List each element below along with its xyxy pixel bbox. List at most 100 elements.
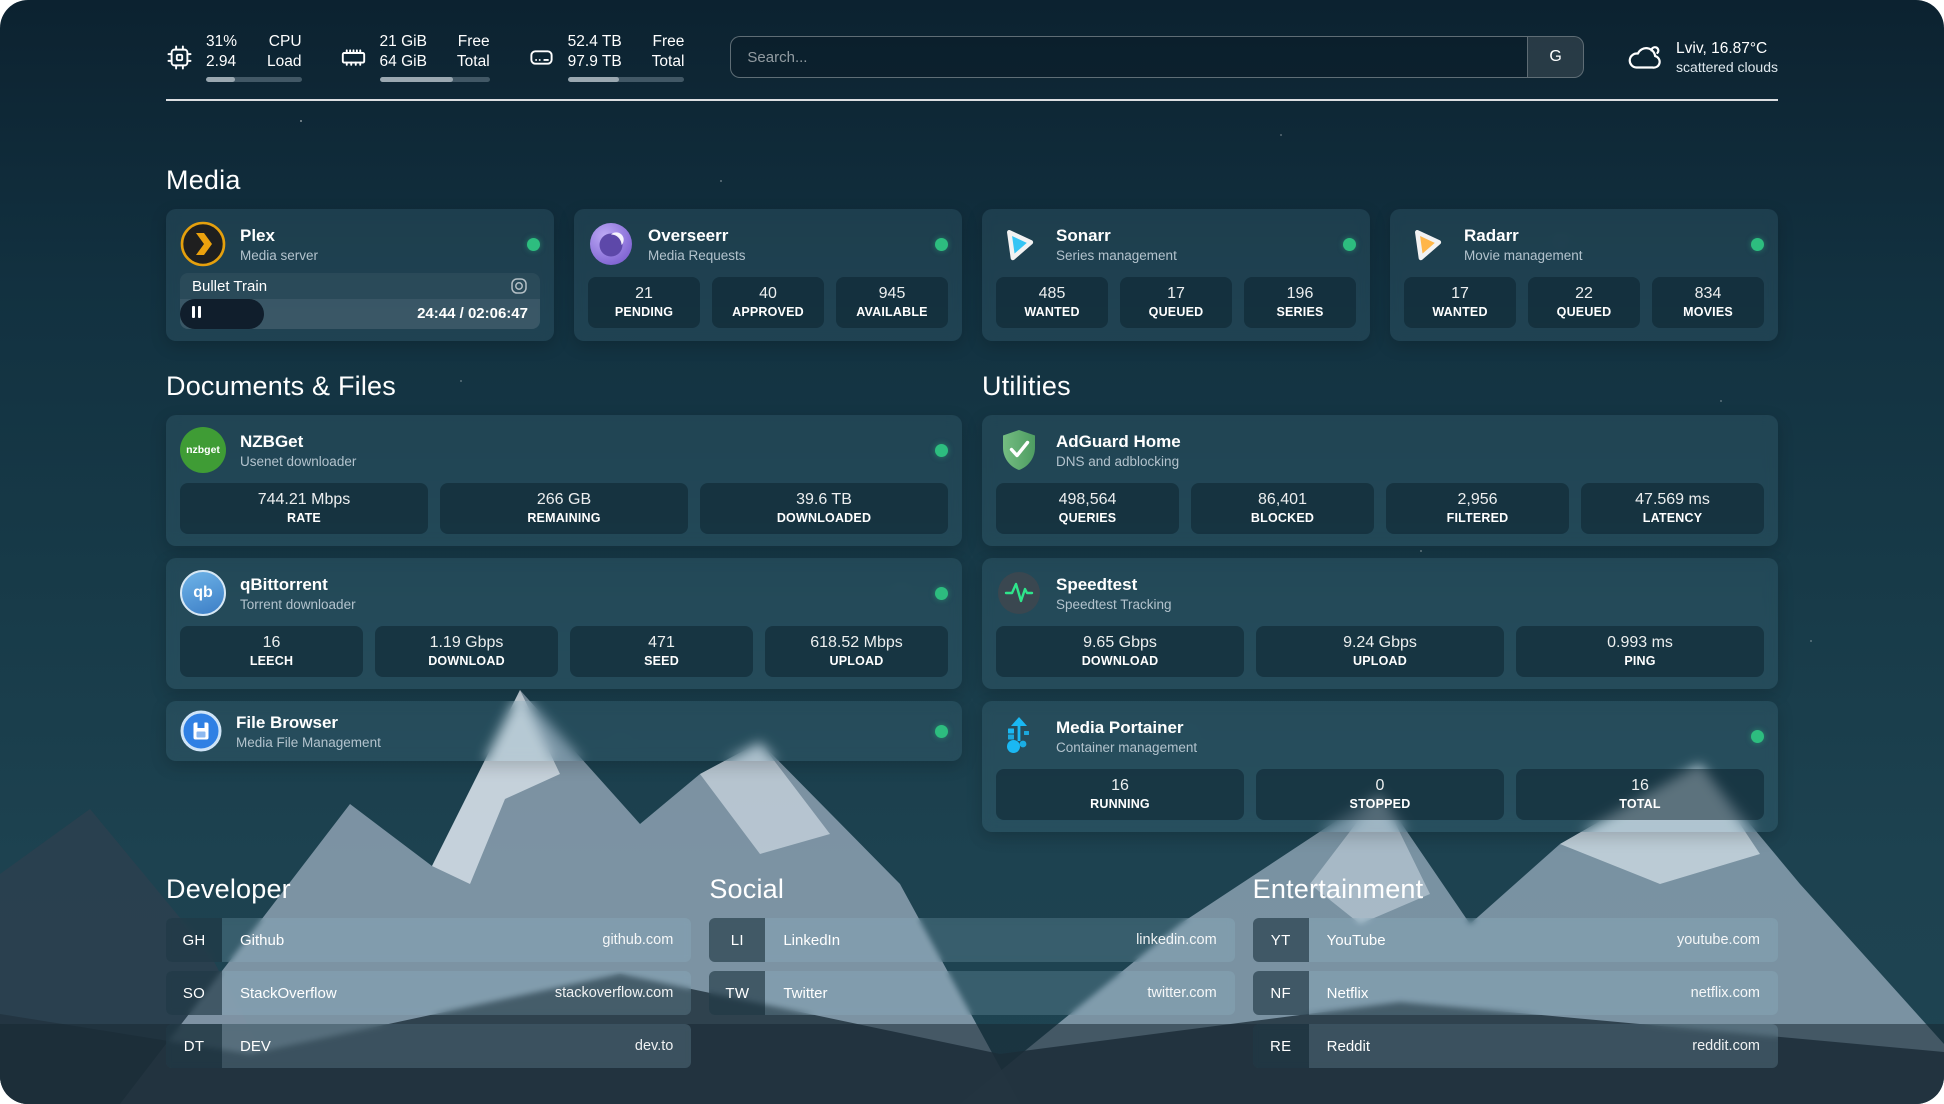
service-card-radarr[interactable]: Radarr Movie management 17WANTED 22QUEUE… <box>1390 209 1778 341</box>
bookmark-url: twitter.com <box>1147 985 1216 1001</box>
disk-progress-bar <box>568 77 685 82</box>
search-bar: G <box>730 36 1584 78</box>
bookmark-abbr: LI <box>709 918 765 962</box>
bookmark-dev[interactable]: DT DEV dev.to <box>166 1024 691 1068</box>
app-desc: Torrent downloader <box>240 597 356 612</box>
documents-section-title: Documents & Files <box>166 371 962 402</box>
section-social: Social LI LinkedIn linkedin.com TW Twitt… <box>709 874 1234 1024</box>
pause-icon <box>192 305 204 323</box>
bookmark-netflix[interactable]: NF Netflix netflix.com <box>1253 971 1778 1015</box>
disk-widget: 52.4 TB Free 97.9 TB Total <box>528 32 685 82</box>
adguard-icon <box>996 427 1042 473</box>
search-input[interactable] <box>731 37 1527 77</box>
dashboard-window: 31% CPU 2.94 Load 21 GiB <box>0 0 1944 1104</box>
social-section-title: Social <box>709 874 1234 905</box>
cpu-progress-bar <box>206 77 302 82</box>
service-card-portainer[interactable]: Media Portainer Container management 16R… <box>982 701 1778 832</box>
service-card-adguard[interactable]: AdGuard Home DNS and adblocking 498,564Q… <box>982 415 1778 546</box>
status-dot <box>935 444 948 457</box>
service-card-plex[interactable]: Plex Media server Bullet Train <box>166 209 554 341</box>
header-divider <box>166 99 1778 101</box>
app-name: Radarr <box>1464 226 1583 246</box>
app-desc: Media File Management <box>236 735 381 750</box>
stat-filtered: 2,956FILTERED <box>1386 483 1569 534</box>
app-desc: Speedtest Tracking <box>1056 597 1172 612</box>
bookmark-url: reddit.com <box>1692 1038 1760 1054</box>
cpu-load-value: 2.94 <box>206 52 237 72</box>
cpu-icon <box>166 44 193 71</box>
app-desc: Usenet downloader <box>240 454 356 469</box>
app-name: Media Portainer <box>1056 718 1197 738</box>
memory-icon <box>340 44 367 71</box>
bookmark-github[interactable]: GH Github github.com <box>166 918 691 962</box>
app-desc: Container management <box>1056 740 1197 755</box>
bookmark-name: LinkedIn <box>783 932 840 949</box>
weather-widget: Lviv, 16.87°C scattered clouds <box>1624 40 1778 75</box>
bookmark-name: DEV <box>240 1038 271 1055</box>
stat-upload: 9.24 GbpsUPLOAD <box>1256 626 1504 677</box>
entertainment-section-title: Entertainment <box>1253 874 1778 905</box>
stat-rate: 744.21 MbpsRATE <box>180 483 428 534</box>
service-card-filebrowser[interactable]: File Browser Media File Management <box>166 701 962 761</box>
section-entertainment: Entertainment YT YouTube youtube.com NF … <box>1253 874 1778 1077</box>
service-card-qbittorrent[interactable]: qb qBittorrent Torrent downloader 16LEEC… <box>166 558 962 689</box>
disk-free-value: 52.4 TB <box>568 32 622 52</box>
weather-location-temp: Lviv, 16.87°C <box>1676 40 1778 58</box>
bookmark-stackoverflow[interactable]: SO StackOverflow stackoverflow.com <box>166 971 691 1015</box>
bookmark-reddit[interactable]: RE Reddit reddit.com <box>1253 1024 1778 1068</box>
memory-free-value: 21 GiB <box>380 32 427 52</box>
bookmark-abbr: DT <box>166 1024 222 1068</box>
bookmark-twitter[interactable]: TW Twitter twitter.com <box>709 971 1234 1015</box>
search-engine-button[interactable]: G <box>1527 37 1583 77</box>
stat-queries: 498,564QUERIES <box>996 483 1179 534</box>
stat-wanted: 17WANTED <box>1404 277 1516 328</box>
cpu-usage-value: 31% <box>206 32 237 52</box>
portainer-icon <box>996 713 1042 759</box>
stat-series: 196SERIES <box>1244 277 1356 328</box>
section-documents: Documents & Files nzbget NZBGet Usenet d… <box>166 371 962 832</box>
app-desc: Media Requests <box>648 248 746 263</box>
bookmark-linkedin[interactable]: LI LinkedIn linkedin.com <box>709 918 1234 962</box>
app-name: NZBGet <box>240 432 356 452</box>
stat-running: 16RUNNING <box>996 769 1244 820</box>
disk-total-label: Total <box>652 52 685 72</box>
stat-downloaded: 39.6 TBDOWNLOADED <box>700 483 948 534</box>
section-utilities: Utilities AdGuard Home <box>982 371 1778 832</box>
playback-progress-bar[interactable]: 24:44 / 02:06:47 <box>180 299 540 329</box>
bookmark-name: YouTube <box>1327 932 1386 949</box>
bookmark-url: stackoverflow.com <box>555 985 673 1001</box>
section-media: Media Plex Media server <box>166 165 1778 341</box>
section-developer: Developer GH Github github.com SO StackO… <box>166 874 691 1077</box>
app-name: File Browser <box>236 713 381 733</box>
service-card-sonarr[interactable]: Sonarr Series management 485WANTED 17QUE… <box>982 209 1370 341</box>
bookmark-abbr: NF <box>1253 971 1309 1015</box>
service-card-overseerr[interactable]: Overseerr Media Requests 21PENDING 40APP… <box>574 209 962 341</box>
status-dot <box>935 725 948 738</box>
top-bar: 31% CPU 2.94 Load 21 GiB <box>166 32 1778 82</box>
session-info-icon[interactable] <box>510 277 528 295</box>
app-name: Overseerr <box>648 226 746 246</box>
service-card-nzbget[interactable]: nzbget NZBGet Usenet downloader 744.21 M… <box>166 415 962 546</box>
app-desc: Series management <box>1056 248 1177 263</box>
service-card-speedtest[interactable]: Speedtest Speedtest Tracking 9.65 GbpsDO… <box>982 558 1778 689</box>
bookmark-url: linkedin.com <box>1136 932 1217 948</box>
bookmark-name: Twitter <box>783 985 827 1002</box>
status-dot <box>527 238 540 251</box>
speedtest-icon <box>996 570 1042 616</box>
bookmark-youtube[interactable]: YT YouTube youtube.com <box>1253 918 1778 962</box>
app-desc: Media server <box>240 248 318 263</box>
stat-remaining: 266 GBREMAINING <box>440 483 688 534</box>
utilities-section-title: Utilities <box>982 371 1778 402</box>
app-name: Plex <box>240 226 318 246</box>
stat-queued: 17QUEUED <box>1120 277 1232 328</box>
stat-queued: 22QUEUED <box>1528 277 1640 328</box>
app-name: AdGuard Home <box>1056 432 1181 452</box>
plex-icon <box>180 221 226 267</box>
stat-approved: 40APPROVED <box>712 277 824 328</box>
status-dot <box>1751 730 1764 743</box>
app-name: Speedtest <box>1056 575 1172 595</box>
memory-total-value: 64 GiB <box>380 52 427 72</box>
stat-stopped: 0STOPPED <box>1256 769 1504 820</box>
app-desc: Movie management <box>1464 248 1583 263</box>
developer-section-title: Developer <box>166 874 691 905</box>
